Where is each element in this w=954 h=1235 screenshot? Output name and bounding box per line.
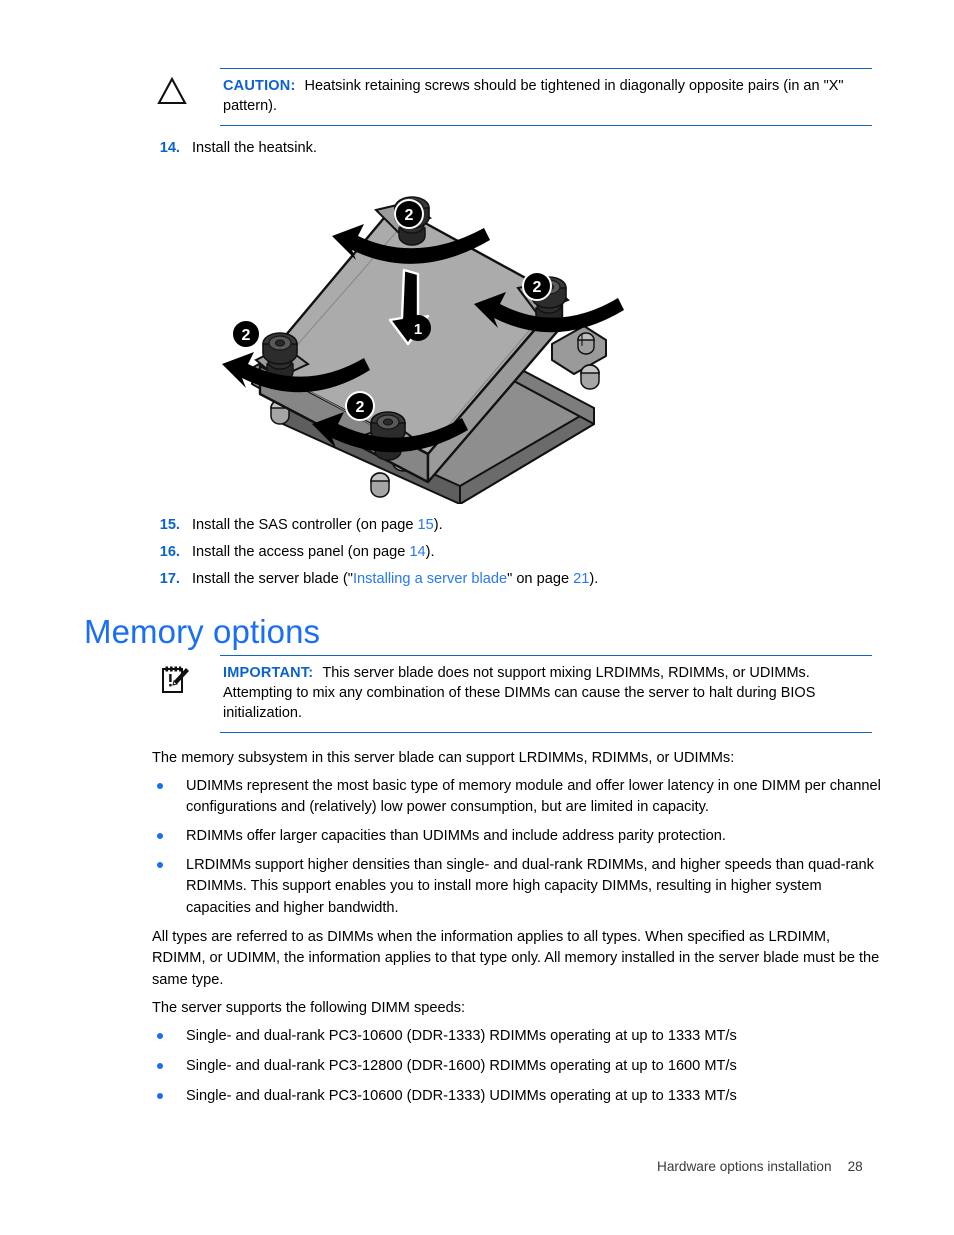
list-item: UDIMMs represent the most basic type of … bbox=[157, 776, 882, 819]
caution-body-text: Heatsink retaining screws should be tigh… bbox=[223, 78, 844, 114]
step-text-part: Install the access panel (on page bbox=[192, 544, 410, 560]
bullet-icon bbox=[157, 1063, 163, 1069]
list-item-text: Single- and dual-rank PC3-10600 (DDR-133… bbox=[186, 1028, 737, 1044]
step-number: 14. bbox=[159, 140, 180, 156]
caution-note: CAUTION: Heatsink retaining screws should… bbox=[152, 68, 872, 126]
page-footer: Hardware options installation 28 bbox=[657, 1159, 863, 1174]
step-text: Install the server blade ("Installing a … bbox=[192, 569, 598, 589]
important-label: IMPORTANT: bbox=[223, 665, 314, 681]
list-item-text: Single- and dual-rank PC3-12800 (DDR-160… bbox=[186, 1058, 737, 1074]
page-link[interactable]: 14 bbox=[409, 544, 425, 560]
svg-text:2: 2 bbox=[533, 279, 542, 296]
list-item: Single- and dual-rank PC3-10600 (DDR-133… bbox=[157, 1026, 882, 1047]
step-number: 15. bbox=[159, 517, 180, 533]
caution-note-text: CAUTION: Heatsink retaining screws should… bbox=[220, 76, 872, 116]
page-link[interactable]: 21 bbox=[573, 571, 589, 587]
step-text-part: ). bbox=[589, 571, 599, 587]
heatsink-installation-diagram: 1 2 2 2 2 bbox=[222, 188, 634, 505]
svg-text:2: 2 bbox=[242, 327, 251, 344]
footer-page-number: 28 bbox=[847, 1159, 863, 1174]
page-link[interactable]: 15 bbox=[418, 517, 434, 533]
page-title: Memory options bbox=[84, 613, 321, 650]
important-notepad-icon bbox=[152, 663, 192, 697]
important-note: IMPORTANT: This server blade does not sup… bbox=[152, 655, 872, 733]
bullet-icon bbox=[157, 833, 163, 839]
step-number: 17. bbox=[159, 571, 180, 587]
step-text-part: " on page bbox=[507, 571, 574, 587]
important-note-body: IMPORTANT: This server blade does not sup… bbox=[220, 655, 872, 733]
important-note-text: IMPORTANT: This server blade does not sup… bbox=[220, 663, 872, 723]
callout-2-right: 2 bbox=[522, 271, 552, 301]
step-text: Install the SAS controller (on page 15). bbox=[192, 515, 443, 535]
footer-chapter: Hardware options installation bbox=[657, 1159, 832, 1174]
step-text-part: Install the server blade (" bbox=[192, 571, 353, 587]
callout-2-top: 2 bbox=[394, 199, 424, 229]
callout-1: 1 bbox=[405, 315, 431, 341]
dimm-speeds-intro: The server supports the following DIMM s… bbox=[152, 1000, 466, 1016]
memory-intro-paragraph: The memory subsystem in this server blad… bbox=[152, 750, 735, 766]
caution-note-body: CAUTION: Heatsink retaining screws should… bbox=[220, 68, 872, 126]
svg-text:2: 2 bbox=[356, 399, 365, 416]
step-item-14: 14. Install the heatsink. bbox=[152, 138, 317, 158]
list-item-text: Single- and dual-rank PC3-10600 (DDR-133… bbox=[186, 1088, 737, 1104]
step-item-16: 16. Install the access panel (on page 14… bbox=[152, 542, 435, 562]
step-text-part: ). bbox=[433, 517, 443, 533]
list-item-text: LRDIMMs support higher densities than si… bbox=[186, 857, 874, 916]
svg-text:2: 2 bbox=[405, 207, 414, 224]
step-item-17: 17. Install the server blade ("Installin… bbox=[152, 569, 599, 589]
step-text-part: Install the SAS controller (on page bbox=[192, 517, 418, 533]
callout-2-left: 2 bbox=[231, 319, 261, 349]
list-item: Single- and dual-rank PC3-12800 (DDR-160… bbox=[157, 1056, 882, 1077]
list-item: Single- and dual-rank PC3-10600 (DDR-133… bbox=[157, 1086, 882, 1107]
list-item-text: UDIMMs represent the most basic type of … bbox=[186, 778, 881, 816]
cross-reference-link[interactable]: Installing a server blade bbox=[353, 571, 507, 587]
svg-text:1: 1 bbox=[414, 321, 422, 338]
list-item-text: RDIMMs offer larger capacities than UDIM… bbox=[186, 828, 726, 844]
retaining-screw-bottom bbox=[370, 411, 406, 461]
step-text-part: ). bbox=[425, 544, 435, 560]
dimm-types-paragraph: All types are referred to as DIMMs when … bbox=[152, 929, 880, 988]
caution-triangle-icon bbox=[152, 74, 192, 108]
bullet-icon bbox=[157, 1093, 163, 1099]
caution-label: CAUTION: bbox=[223, 78, 296, 94]
list-item: RDIMMs offer larger capacities than UDIM… bbox=[157, 826, 882, 847]
bullet-icon bbox=[157, 1033, 163, 1039]
bullet-icon bbox=[157, 783, 163, 789]
bullet-icon bbox=[157, 862, 163, 868]
list-item: LRDIMMs support higher densities than si… bbox=[157, 855, 882, 919]
step-number: 16. bbox=[159, 544, 180, 560]
callout-2-bottom: 2 bbox=[345, 391, 375, 421]
step-text: Install the heatsink. bbox=[192, 140, 317, 156]
step-item-15: 15. Install the SAS controller (on page … bbox=[152, 515, 443, 535]
step-text: Install the access panel (on page 14). bbox=[192, 542, 435, 562]
heatsink-illustration-svg: 1 2 2 2 2 bbox=[222, 196, 624, 505]
document-page: CAUTION: Heatsink retaining screws should… bbox=[0, 0, 954, 1235]
